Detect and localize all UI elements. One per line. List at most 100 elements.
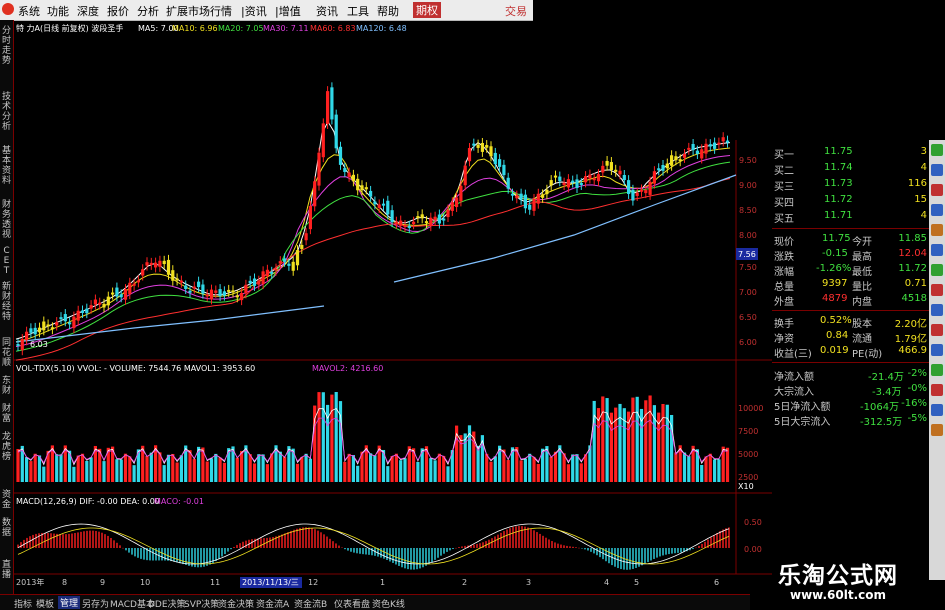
menu-options[interactable]: 期权 — [413, 2, 441, 18]
chart-icon[interactable] — [931, 184, 943, 196]
macd-bar — [614, 548, 616, 567]
stat-row: 净资 0.84 流通 1.79亿 — [774, 330, 927, 345]
macd-bar — [542, 535, 544, 548]
candle-body — [713, 142, 717, 149]
plus-icon[interactable] — [931, 144, 943, 156]
left-tab-finance[interactable]: 财务透视 — [1, 200, 12, 240]
pin-icon[interactable] — [931, 424, 943, 436]
list-icon[interactable] — [931, 204, 943, 216]
gear-icon[interactable] — [931, 344, 943, 356]
macd-bar — [662, 548, 664, 556]
menu-system[interactable]: 系统 — [18, 3, 40, 19]
arrow-icon[interactable] — [931, 384, 943, 396]
menu-bar: 系统 功能 深度 报价 分析 扩展市场行情 |资讯 |增值 资讯 工具 帮助 期… — [0, 0, 533, 21]
candle-body — [725, 140, 730, 143]
candle-body — [80, 310, 85, 313]
volume-bar — [166, 454, 171, 482]
tab-dashboard[interactable]: 仪表看盘 — [334, 597, 370, 610]
left-tab-timeshare[interactable]: 分时走势 — [1, 26, 12, 66]
bid-row: 买三 11.73 116 — [774, 178, 927, 193]
tab-fund-flow-a[interactable]: 资金流A — [256, 597, 289, 610]
kline-chart-area[interactable]: 特 力A(日线 前复权) 波段圣手 MA5: 7.00 MA10: 6.96 M… — [14, 20, 772, 594]
macd-bar — [680, 548, 682, 553]
candle-body — [369, 190, 373, 197]
tab-save-as[interactable]: 另存为 — [82, 597, 109, 610]
macd-bar — [587, 548, 589, 551]
left-tab-cet[interactable]: CET — [1, 246, 12, 276]
tab-indicator[interactable]: 指标 — [14, 597, 32, 610]
left-tab-funds[interactable]: 资金 — [1, 490, 12, 510]
tab-fund-decision[interactable]: 资金决策 — [218, 597, 254, 610]
menu-trade[interactable]: 交易 — [505, 3, 527, 19]
tab-svp[interactable]: SVP决策 — [184, 597, 219, 610]
candle-body — [644, 190, 648, 194]
left-tab-basics[interactable]: 基本资料 — [1, 146, 12, 186]
money-icon[interactable] — [931, 364, 943, 376]
volume-bar — [85, 460, 89, 482]
macd-bar — [575, 547, 577, 548]
tab-manage[interactable]: 管理 — [58, 596, 81, 609]
macd-bar — [221, 548, 223, 557]
menu-news-a[interactable]: |资讯 — [241, 3, 267, 19]
candle-body — [162, 260, 166, 265]
candle-body — [523, 194, 527, 209]
macd-bar — [566, 545, 568, 548]
candle-body — [412, 221, 416, 225]
left-tab-data[interactable]: 数据 — [1, 518, 12, 538]
star-icon[interactable] — [931, 264, 943, 276]
candle-body — [609, 162, 613, 170]
volume-bar — [519, 460, 523, 482]
candle-body — [33, 327, 37, 335]
candle-body — [596, 174, 601, 182]
candle-body — [145, 262, 149, 266]
macd-bar — [92, 530, 94, 548]
menu-analysis[interactable]: 分析 — [137, 3, 159, 19]
doc-icon[interactable] — [931, 304, 943, 316]
macd-bar — [110, 538, 112, 548]
macd-bar — [464, 545, 466, 548]
menu-quote[interactable]: 报价 — [107, 3, 129, 19]
macd-bar — [644, 548, 646, 564]
left-tab-dragon-tiger[interactable]: 龙虎榜 — [1, 432, 12, 462]
menu-function[interactable]: 功能 — [47, 3, 69, 19]
macd-bar — [287, 532, 289, 548]
volume-bar — [252, 463, 257, 482]
candle-body — [420, 214, 424, 219]
candle-body — [364, 187, 368, 190]
grid-icon[interactable] — [931, 244, 943, 256]
tab-fund-flow-b[interactable]: 资金流B — [294, 597, 327, 610]
flag-icon[interactable] — [931, 284, 943, 296]
macd-bar — [251, 539, 253, 548]
macd-bar — [401, 548, 403, 568]
menu-depth[interactable]: 深度 — [77, 3, 99, 19]
heart-icon[interactable] — [931, 324, 943, 336]
tab-dde[interactable]: DDE决策 — [148, 597, 186, 610]
macd-bar — [692, 548, 694, 550]
macd-bar — [59, 534, 61, 548]
volume-bar — [605, 398, 609, 482]
bell-icon[interactable] — [931, 224, 943, 236]
search-icon[interactable] — [931, 404, 943, 416]
left-tab-news-special[interactable]: 新财经特 — [1, 282, 12, 322]
menu-info[interactable]: 资讯 — [316, 3, 338, 19]
menu-help[interactable]: 帮助 — [377, 3, 399, 19]
tab-template[interactable]: 模板 — [36, 597, 54, 610]
macd-bar — [500, 532, 502, 548]
macd-bar — [476, 543, 478, 548]
info-icon[interactable] — [931, 164, 943, 176]
left-tab-technical[interactable]: 技术分析 — [1, 92, 12, 132]
tab-color-kline[interactable]: 资色K线 — [372, 597, 405, 610]
menu-extended-market[interactable]: 扩展市场行情 — [166, 3, 232, 19]
macd-bar — [617, 548, 619, 569]
menu-tools[interactable]: 工具 — [347, 3, 369, 19]
candle-body — [562, 182, 566, 186]
candle-body — [68, 322, 72, 325]
left-tab-live[interactable]: 直播 — [1, 560, 12, 580]
left-tab-tonghuashun[interactable]: 同花顺 — [1, 338, 12, 368]
left-tab-eastmoney[interactable]: 东财 — [1, 376, 12, 396]
volume-bar — [123, 453, 128, 482]
menu-value-added[interactable]: |增值 — [275, 3, 301, 19]
left-tab-wealth[interactable]: 财富 — [1, 404, 12, 424]
candle-body — [197, 281, 201, 288]
volume-bar — [476, 445, 480, 482]
